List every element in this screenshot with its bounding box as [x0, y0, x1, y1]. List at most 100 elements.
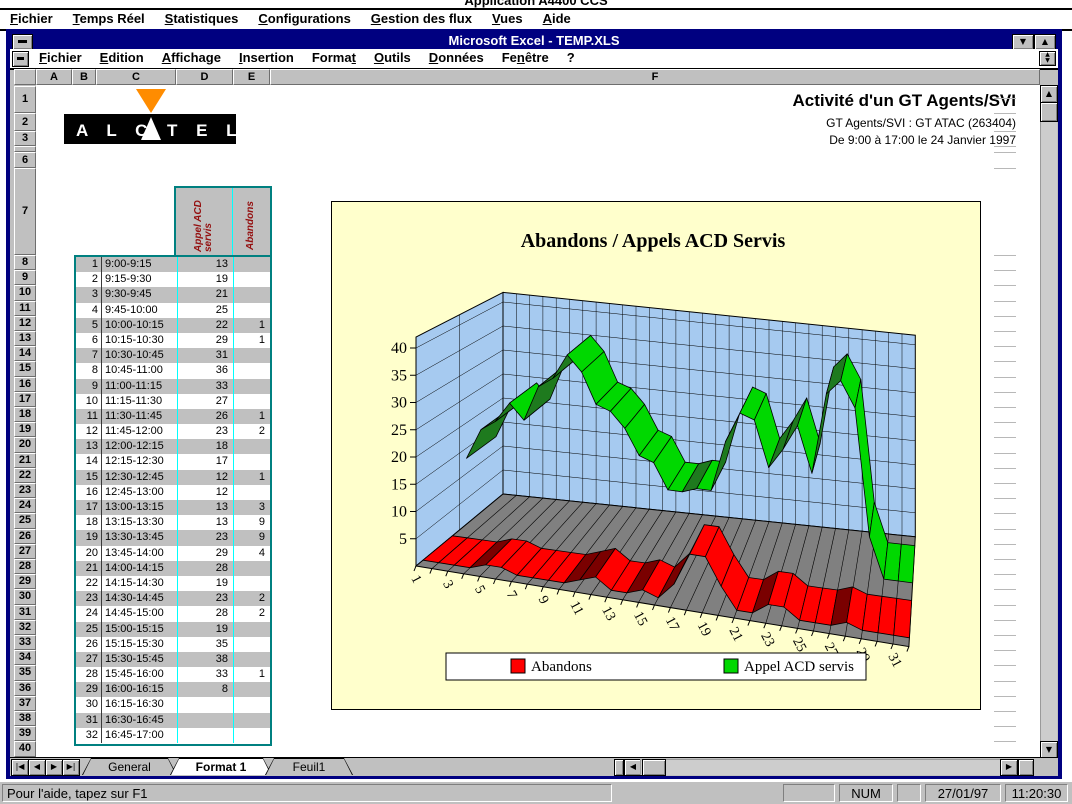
row-header-36[interactable]: 36: [14, 681, 36, 696]
menu-item-donn-es[interactable]: Données: [420, 49, 493, 65]
menu-item-configurations[interactable]: Configurations: [248, 10, 360, 26]
table-row-4[interactable]: 49:45-10:0025: [76, 303, 270, 318]
vertical-scroll-thumb[interactable]: [1040, 102, 1058, 122]
tab-split-handle[interactable]: [614, 759, 624, 776]
table-row-7[interactable]: 710:30-10:4531: [76, 348, 270, 363]
row-header-25[interactable]: 25: [14, 513, 36, 528]
row-header-11[interactable]: 11: [14, 301, 36, 316]
table-row-30[interactable]: 3016:15-16:30: [76, 697, 270, 712]
row-header-26[interactable]: 26: [14, 529, 36, 544]
table-row-27[interactable]: 2715:30-15:4538: [76, 652, 270, 667]
menu-item-aide[interactable]: Aide: [533, 10, 581, 26]
row-header-35[interactable]: 35: [14, 665, 36, 680]
vertical-scrollbar[interactable]: [1040, 85, 1057, 758]
table-row-19[interactable]: 1913:30-13:45239: [76, 530, 270, 545]
row-header-24[interactable]: 24: [14, 498, 36, 513]
table-row-3[interactable]: 39:30-9:4521: [76, 287, 270, 302]
row-header-37[interactable]: 37: [14, 696, 36, 711]
row-header-9[interactable]: 9: [14, 270, 36, 285]
table-row-24[interactable]: 2414:45-15:00282: [76, 606, 270, 621]
minimize-button[interactable]: ▼: [1012, 34, 1034, 50]
table-row-20[interactable]: 2013:45-14:00294: [76, 546, 270, 561]
table-row-9[interactable]: 911:00-11:1533: [76, 379, 270, 394]
row-header-32[interactable]: 32: [14, 620, 36, 635]
row-header-2[interactable]: 2: [14, 113, 36, 131]
prev-sheet-button[interactable]: ◀: [28, 759, 46, 776]
menu-item-edition[interactable]: Edition: [91, 49, 153, 65]
select-all-corner[interactable]: [14, 69, 36, 85]
scrollbar-split-handle[interactable]: [1018, 759, 1034, 776]
table-row-32[interactable]: 3216:45-17:00: [76, 728, 270, 743]
row-header-14[interactable]: 14: [14, 346, 36, 361]
table-row-15[interactable]: 1512:30-12:45121: [76, 470, 270, 485]
menu-item-fichier[interactable]: Fichier: [0, 10, 63, 26]
row-header-38[interactable]: 38: [14, 711, 36, 726]
row-header-34[interactable]: 34: [14, 650, 36, 665]
row-header-31[interactable]: 31: [14, 605, 36, 620]
table-row-11[interactable]: 1111:30-11:45261: [76, 409, 270, 424]
table-row-18[interactable]: 1813:15-13:30139: [76, 515, 270, 530]
document-restore-button[interactable]: ▲▼: [1039, 51, 1056, 66]
menu-item-outils[interactable]: Outils: [365, 49, 420, 65]
row-header-33[interactable]: 33: [14, 635, 36, 650]
next-sheet-button[interactable]: ▶: [45, 759, 63, 776]
column-header-F[interactable]: F: [270, 69, 1040, 85]
menu-item-statistiques[interactable]: Statistiques: [155, 10, 249, 26]
row-header-28[interactable]: 28: [14, 559, 36, 574]
window-control-menu-button[interactable]: [12, 34, 33, 50]
row-header-6[interactable]: 6: [14, 152, 36, 168]
table-row-13[interactable]: 1312:00-12:1518: [76, 439, 270, 454]
sheet-tab-format-1[interactable]: Format 1: [170, 758, 272, 775]
table-row-17[interactable]: 1713:00-13:15133: [76, 500, 270, 515]
row-header-18[interactable]: 18: [14, 407, 36, 422]
menu-item-gestion-des-flux[interactable]: Gestion des flux: [361, 10, 482, 26]
maximize-button[interactable]: ▲: [1034, 34, 1056, 50]
row-header-16[interactable]: 16: [14, 377, 36, 392]
table-row-2[interactable]: 29:15-9:3019: [76, 272, 270, 287]
column-header-D[interactable]: D: [176, 69, 233, 85]
menu-item-fen-tre[interactable]: Fenêtre: [493, 49, 558, 65]
menu-item--[interactable]: ?: [558, 49, 584, 65]
horizontal-scrollbar[interactable]: [640, 759, 1001, 775]
table-row-8[interactable]: 810:45-11:0036: [76, 363, 270, 378]
row-header-39[interactable]: 39: [14, 726, 36, 741]
scroll-up-button[interactable]: ▲: [1040, 85, 1058, 103]
last-sheet-button[interactable]: ▶|: [62, 759, 80, 776]
table-row-21[interactable]: 2114:00-14:1528: [76, 561, 270, 576]
sheet-tab-general[interactable]: General: [82, 758, 177, 775]
hscroll-right-button[interactable]: ▶: [1000, 759, 1018, 776]
table-row-31[interactable]: 3116:30-16:45: [76, 713, 270, 728]
document-control-menu-button[interactable]: [12, 51, 29, 67]
row-header-3[interactable]: 3: [14, 131, 36, 146]
menu-item-temps-r-el[interactable]: Temps Réel: [63, 10, 155, 26]
row-header-12[interactable]: 12: [14, 316, 36, 331]
table-row-28[interactable]: 2815:45-16:00331: [76, 667, 270, 682]
column-header-C[interactable]: C: [96, 69, 176, 85]
menu-item-affichage[interactable]: Affichage: [153, 49, 230, 65]
table-row-16[interactable]: 1612:45-13:0012: [76, 485, 270, 500]
row-header-22[interactable]: 22: [14, 468, 36, 483]
table-row-6[interactable]: 610:15-10:30291: [76, 333, 270, 348]
column-header-E[interactable]: E: [233, 69, 270, 85]
table-row-1[interactable]: 19:00-9:1513: [76, 257, 270, 272]
menu-item-insertion[interactable]: Insertion: [230, 49, 303, 65]
table-row-25[interactable]: 2515:00-15:1519: [76, 622, 270, 637]
table-row-26[interactable]: 2615:15-15:3035: [76, 637, 270, 652]
menu-item-fichier[interactable]: Fichier: [30, 49, 91, 65]
row-header-30[interactable]: 30: [14, 589, 36, 604]
row-header-7[interactable]: 7: [14, 168, 36, 255]
table-row-23[interactable]: 2314:30-14:45232: [76, 591, 270, 606]
first-sheet-button[interactable]: |◀: [11, 759, 29, 776]
row-header-21[interactable]: 21: [14, 453, 36, 468]
row-header-29[interactable]: 29: [14, 574, 36, 589]
row-header-15[interactable]: 15: [14, 361, 36, 376]
row-header-17[interactable]: 17: [14, 392, 36, 407]
table-row-12[interactable]: 1211:45-12:00232: [76, 424, 270, 439]
row-header-23[interactable]: 23: [14, 483, 36, 498]
table-row-14[interactable]: 1412:15-12:3017: [76, 454, 270, 469]
horizontal-scroll-thumb[interactable]: [642, 759, 666, 776]
sheet-tab-feuil1[interactable]: Feuil1: [265, 758, 353, 775]
column-header-A[interactable]: A: [36, 69, 72, 85]
table-row-10[interactable]: 1011:15-11:3027: [76, 394, 270, 409]
row-header-1[interactable]: 1: [14, 86, 36, 113]
